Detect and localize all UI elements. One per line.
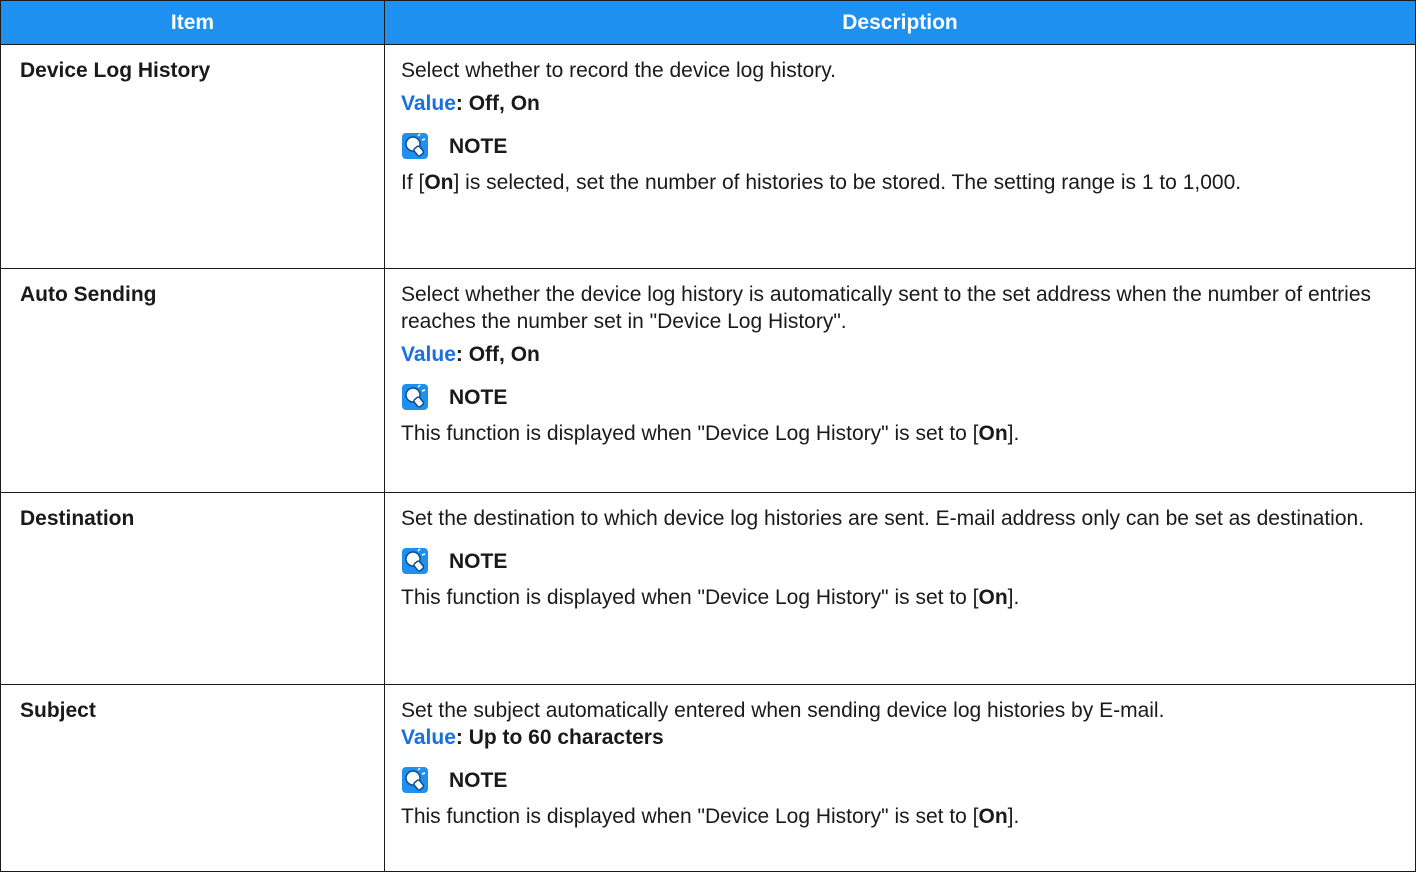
note-text: This function is displayed when "Device …	[401, 805, 979, 828]
description-text: Select whether to record the device log …	[401, 59, 837, 82]
value-text: : Off, On	[455, 92, 540, 115]
table-row: Auto Sending Select whether the device l…	[0, 268, 1416, 493]
table-row: Subject Set the subject automatically en…	[0, 684, 1416, 872]
lightbulb-note-icon	[402, 548, 428, 574]
row-item-name: Subject	[0, 684, 385, 872]
settings-table: Item Description Device Log History Sele…	[0, 0, 1416, 872]
note-body: This function is displayed when "Device …	[401, 584, 1401, 611]
row-description: Set the destination to which device log …	[384, 492, 1416, 685]
note-text: ].	[1007, 422, 1020, 445]
value-label: Value	[401, 343, 456, 366]
table-row: Destination Set the destination to which…	[0, 492, 1416, 685]
value-line: Value: Off, On	[401, 90, 1401, 117]
description-text: Set the destination to which device log …	[401, 507, 1365, 530]
note-bold: On	[978, 805, 1008, 828]
table-row: Device Log History Select whether to rec…	[0, 44, 1416, 269]
note-bold: On	[978, 586, 1008, 609]
description-text: Set the subject automatically entered wh…	[401, 699, 1165, 722]
note-text: This function is displayed when "Device …	[401, 586, 979, 609]
note-text: ].	[1007, 805, 1020, 828]
note-heading: NOTE	[401, 382, 1401, 412]
note-bold: On	[424, 171, 454, 194]
note-text: ].	[1007, 586, 1020, 609]
header-item: Item	[0, 0, 385, 45]
lightbulb-note-icon	[402, 767, 428, 793]
note-heading: NOTE	[401, 546, 1401, 576]
note-body: This function is displayed when "Device …	[401, 803, 1401, 830]
note-text: If [	[401, 171, 425, 194]
description-text: Select whether the device log history is…	[401, 283, 1372, 333]
note-body: If [On] is selected, set the number of h…	[401, 169, 1401, 196]
lightbulb-note-icon	[402, 384, 428, 410]
value-text: : Off, On	[455, 343, 540, 366]
note-title: NOTE	[449, 768, 508, 792]
note-bold: On	[978, 422, 1008, 445]
note-title: NOTE	[449, 549, 508, 573]
note-heading: NOTE	[401, 131, 1401, 161]
note-text: ] is selected, set the number of histori…	[453, 171, 1242, 194]
note-text: This function is displayed when "Device …	[401, 422, 979, 445]
note-title: NOTE	[449, 134, 508, 158]
note-heading: NOTE	[401, 765, 1401, 795]
value-label: Value	[401, 92, 456, 115]
value-label: Value	[401, 726, 456, 749]
row-description: Select whether the device log history is…	[384, 268, 1416, 493]
value-line: Value: Up to 60 characters	[401, 724, 1401, 751]
row-description: Set the subject automatically entered wh…	[384, 684, 1416, 872]
row-description: Select whether to record the device log …	[384, 44, 1416, 269]
row-item-name: Device Log History	[0, 44, 385, 269]
note-title: NOTE	[449, 385, 508, 409]
note-body: This function is displayed when "Device …	[401, 420, 1401, 447]
value-text: : Up to 60 characters	[455, 726, 664, 749]
row-item-name: Destination	[0, 492, 385, 685]
value-line: Value: Off, On	[401, 341, 1401, 368]
table-header-row: Item Description	[0, 0, 1416, 45]
header-description: Description	[384, 0, 1416, 45]
lightbulb-note-icon	[402, 133, 428, 159]
row-item-name: Auto Sending	[0, 268, 385, 493]
